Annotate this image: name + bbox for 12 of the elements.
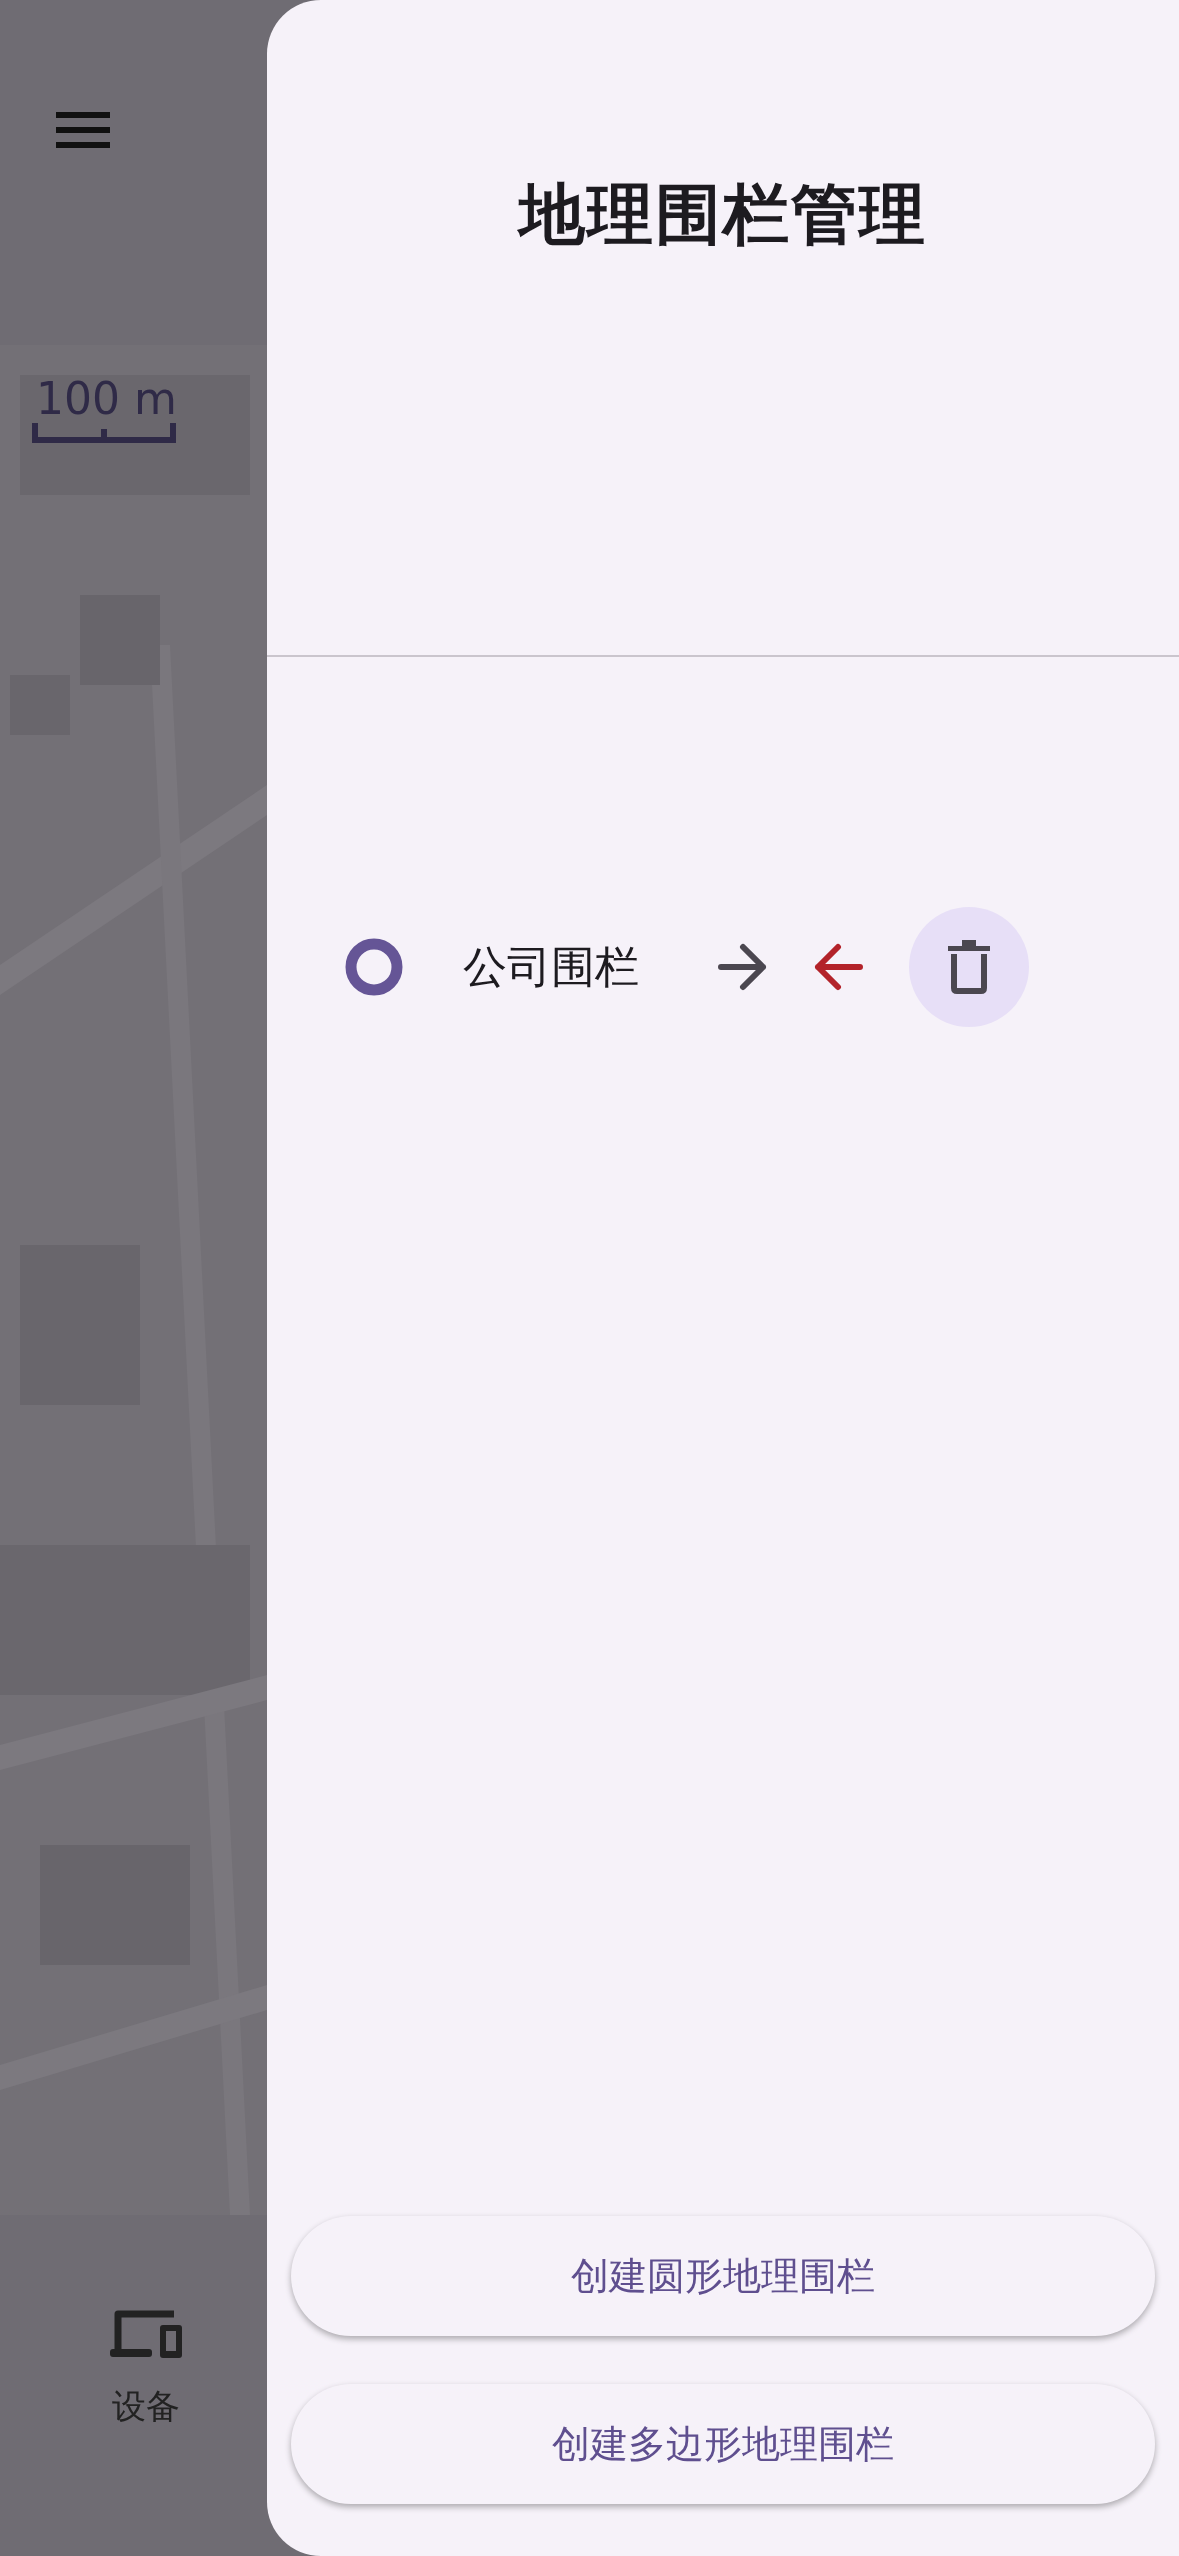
create-button[interactable]: 创建圆形地理围栏	[291, 2216, 1155, 2336]
right-arrow-icon	[718, 943, 768, 991]
menu-icon[interactable]	[56, 112, 110, 148]
geofence-name: 公司围栏	[463, 939, 640, 994]
trash-icon	[948, 940, 990, 994]
scale-bar-icon	[32, 423, 176, 444]
left-arrow-icon	[813, 943, 863, 991]
create-button[interactable]: 创建多边形地理围栏	[291, 2384, 1155, 2504]
ring-icon	[345, 938, 403, 996]
scale-label: 100 m	[35, 375, 177, 424]
drawer-title: 地理围栏管理	[519, 175, 927, 255]
devices-icon[interactable]	[110, 2310, 182, 2358]
